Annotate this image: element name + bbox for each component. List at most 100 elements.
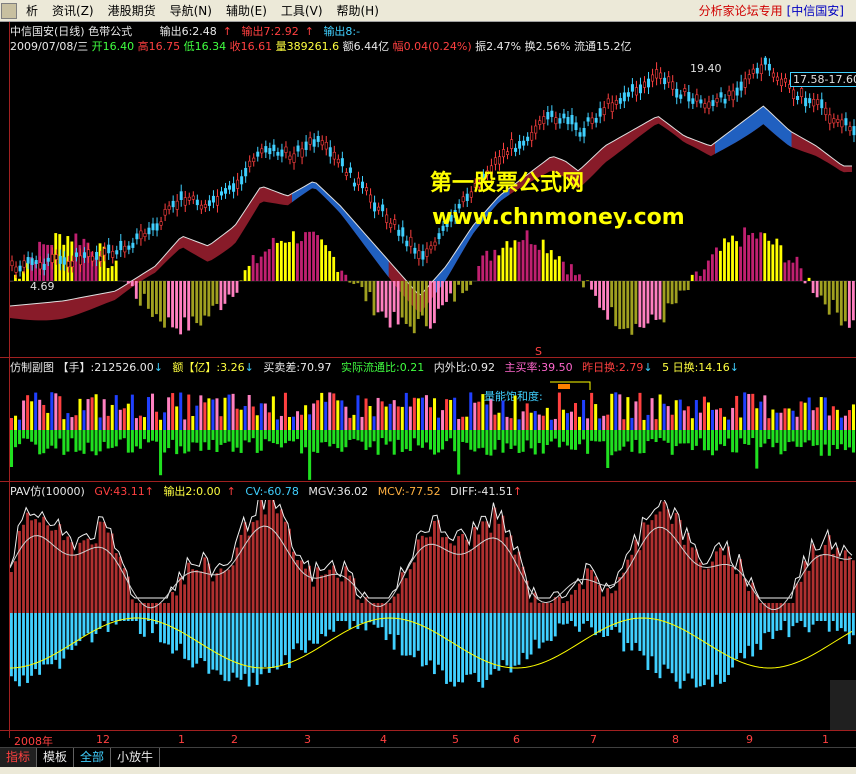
sub1-info-line: 仿制副图 【手】:212526.00↓ 额【亿】:3.26↓ 买卖差:70.97… (10, 361, 739, 374)
tab-template[interactable]: 模板 (37, 748, 75, 767)
candle-body (328, 147, 332, 157)
sub2-chart-panel[interactable] (10, 500, 856, 730)
pav-bar-down (763, 613, 767, 634)
menu-tools[interactable]: 工具(V) (274, 0, 330, 22)
divider-2 (0, 481, 856, 482)
histogram-bar (424, 281, 428, 327)
candle-body (602, 107, 606, 116)
pav-bar-up (98, 521, 102, 613)
candle-body (550, 110, 554, 117)
menu-news[interactable]: 资讯(Z) (45, 0, 101, 22)
candle-body (715, 98, 719, 103)
candle-body (739, 81, 743, 91)
pav-bar-down (336, 613, 340, 621)
pav-bar-down (102, 613, 106, 622)
volume-bar-up (428, 407, 432, 430)
saturation-gauge (558, 384, 570, 389)
volume-bar-up (215, 398, 219, 430)
volume-bar-up (493, 414, 497, 430)
broker-label: [中信国安] (786, 4, 844, 18)
menu-hk-futures[interactable]: 港股期货 (101, 0, 163, 22)
pav-bar-down (791, 613, 795, 627)
histogram-bar (582, 281, 585, 288)
candle-body (268, 148, 272, 155)
histogram-bar (686, 281, 690, 291)
volume-bar-up (74, 415, 78, 430)
pav-bar-down (783, 613, 787, 621)
pav-bar-down (215, 613, 219, 671)
pav-bar-down (271, 613, 275, 668)
candle-body (171, 200, 175, 208)
volume-bar-up (815, 407, 819, 430)
pav-bar-up (332, 565, 336, 613)
pav-bar-down (654, 613, 658, 673)
histogram-bar (428, 281, 432, 329)
candle-body (199, 204, 203, 210)
candle-body (58, 255, 62, 264)
volume-bar-down (723, 430, 727, 446)
volume-bar-down (191, 430, 195, 443)
histogram-bar (626, 281, 630, 329)
candle-body (276, 151, 280, 156)
histogram-bar (223, 281, 227, 304)
pav-bar-down (312, 613, 315, 644)
volume-bar-down (34, 430, 38, 445)
sub1-chart-panel[interactable] (10, 376, 856, 480)
pav-bar-up (171, 591, 174, 613)
pav-bar-down (388, 613, 392, 635)
histogram-bar (787, 260, 791, 281)
volume-bar-up (799, 401, 803, 430)
histogram-bar (497, 255, 501, 281)
pav-bar-down (469, 613, 473, 675)
volume-bar-up (90, 397, 94, 430)
candle-body (175, 200, 179, 210)
candle-body (812, 98, 816, 107)
volume-bar-down (90, 430, 94, 452)
pav-bar-up (461, 534, 465, 613)
menu-help[interactable]: 帮助(H) (330, 0, 386, 22)
tab-all[interactable]: 全部 (74, 748, 112, 767)
histogram-bar (751, 232, 755, 281)
pav-bar-down (835, 613, 839, 631)
pav-bar-up (10, 572, 13, 613)
volume-bar-up (650, 398, 654, 430)
histogram-bar (227, 281, 231, 295)
tab-xiaofangniu[interactable]: 小放牛 (111, 748, 161, 767)
pav-bar-down (779, 613, 783, 631)
main-title: 中信国安(日线) 色带公式 (10, 25, 133, 38)
histogram-bar (533, 244, 537, 281)
volume-bar-up (211, 399, 215, 430)
sub2-mcv: MCV:-77.52 (377, 485, 441, 498)
volume-bar-down (437, 430, 441, 453)
candle-body (497, 156, 501, 165)
volume-bar-down (755, 430, 759, 469)
volume-bar-down (694, 430, 698, 446)
pav-bar-down (151, 613, 154, 634)
menu-analysis[interactable]: 析 (19, 0, 45, 22)
tab-indicator[interactable]: 指标 (0, 748, 38, 767)
volume-bar-up (420, 397, 424, 430)
pav-bar-down (26, 613, 29, 683)
volume-bar-down (324, 430, 328, 443)
pav-bar-down (62, 613, 66, 659)
quote-amplitude: 振2.47% (475, 40, 522, 53)
candle-body (324, 142, 328, 150)
menu-assist[interactable]: 辅助(E) (219, 0, 274, 22)
volume-bar-down (823, 430, 827, 445)
candle-body (70, 260, 74, 268)
volume-bar-down (783, 430, 787, 452)
histogram-bar (207, 281, 211, 317)
histogram-bar (368, 281, 372, 293)
menu-navigate[interactable]: 导航(N) (163, 0, 219, 22)
pav-bar-down (267, 613, 271, 673)
pav-bar-down (445, 613, 448, 684)
histogram-bar (731, 235, 734, 281)
histogram-bar (807, 277, 811, 281)
histogram-bar (606, 281, 610, 320)
histogram-bar (408, 281, 412, 327)
volume-bar-down (557, 430, 561, 448)
volume-bar-down (433, 430, 437, 455)
histogram-bar (110, 266, 114, 281)
candle-body (727, 90, 731, 96)
candle-body (155, 223, 159, 231)
